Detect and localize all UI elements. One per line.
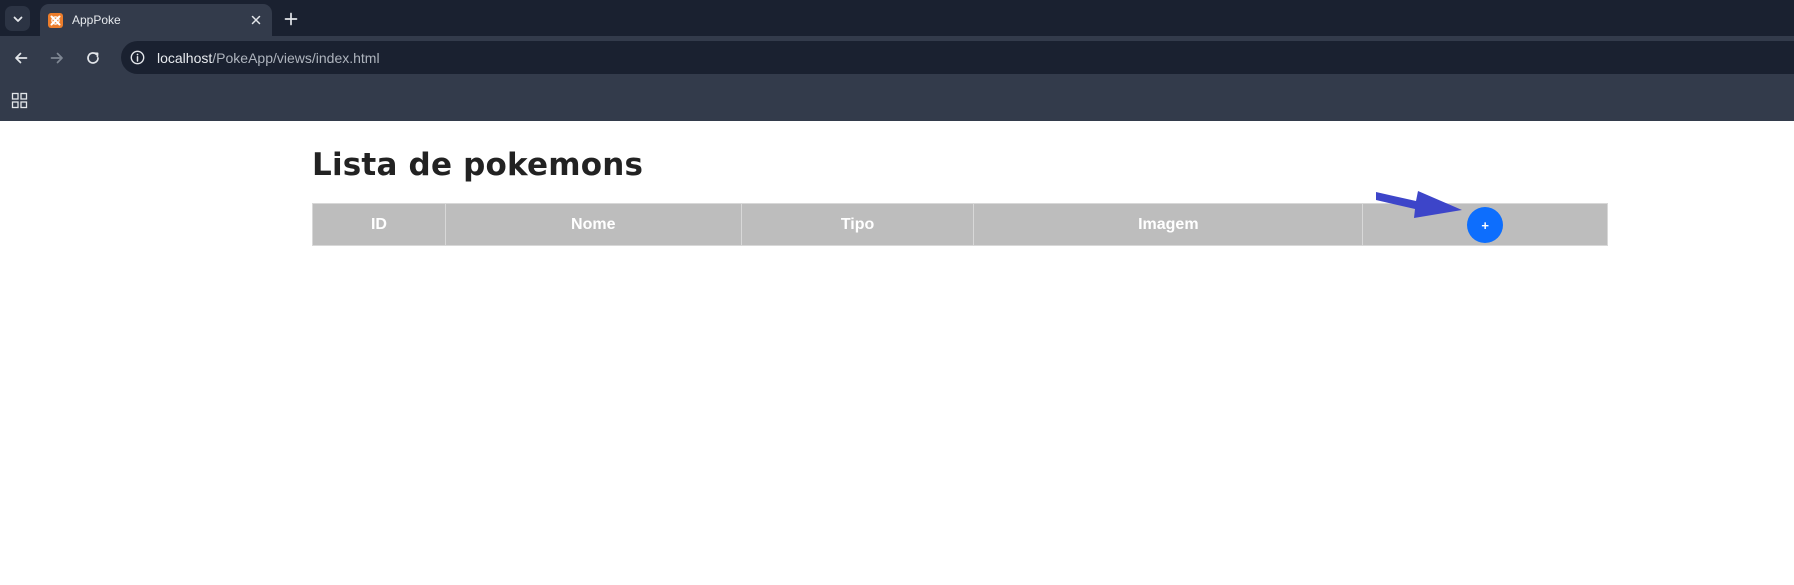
url-host: localhost — [157, 50, 213, 66]
back-button[interactable] — [11, 48, 31, 68]
column-header-tipo: Tipo — [740, 203, 975, 246]
add-pokemon-button[interactable]: + — [1467, 207, 1504, 243]
pokemon-table: ID Nome Tipo Imagem + — [312, 203, 1608, 246]
xampp-icon — [48, 13, 63, 28]
close-icon[interactable] — [249, 13, 263, 27]
bookmarks-bar — [0, 80, 1794, 121]
column-header-actions: + — [1362, 203, 1608, 246]
plus-icon — [284, 12, 298, 26]
site-info-icon[interactable] — [129, 49, 146, 66]
page-content: Lista de pokemons ID Nome Tipo Imagem + — [0, 121, 1794, 585]
table-header-row: ID Nome Tipo Imagem + — [312, 203, 1608, 246]
tab-search-button[interactable] — [5, 6, 30, 31]
page-title: Lista de pokemons — [312, 147, 644, 183]
new-tab-button[interactable] — [282, 10, 300, 28]
reload-icon — [87, 52, 99, 64]
address-bar[interactable]: localhost/PokeApp/views/index.html — [121, 41, 1794, 74]
arrow-right-icon — [50, 52, 63, 64]
tab-title: AppPoke — [72, 13, 121, 27]
forward-button[interactable] — [47, 48, 67, 68]
url-text: localhost/PokeApp/views/index.html — [157, 50, 380, 66]
browser-tab[interactable]: AppPoke — [40, 4, 272, 36]
tab-strip: AppPoke — [0, 0, 1794, 36]
reload-button[interactable] — [83, 48, 103, 68]
column-header-nome: Nome — [444, 203, 742, 246]
arrow-left-icon — [15, 52, 28, 64]
column-header-id: ID — [312, 203, 446, 246]
apps-grid-icon[interactable] — [11, 92, 28, 109]
column-header-imagem: Imagem — [973, 203, 1364, 246]
chevron-down-icon — [13, 16, 22, 22]
browser-toolbar: localhost/PokeApp/views/index.html — [0, 36, 1794, 80]
url-path: /PokeApp/views/index.html — [212, 50, 380, 66]
